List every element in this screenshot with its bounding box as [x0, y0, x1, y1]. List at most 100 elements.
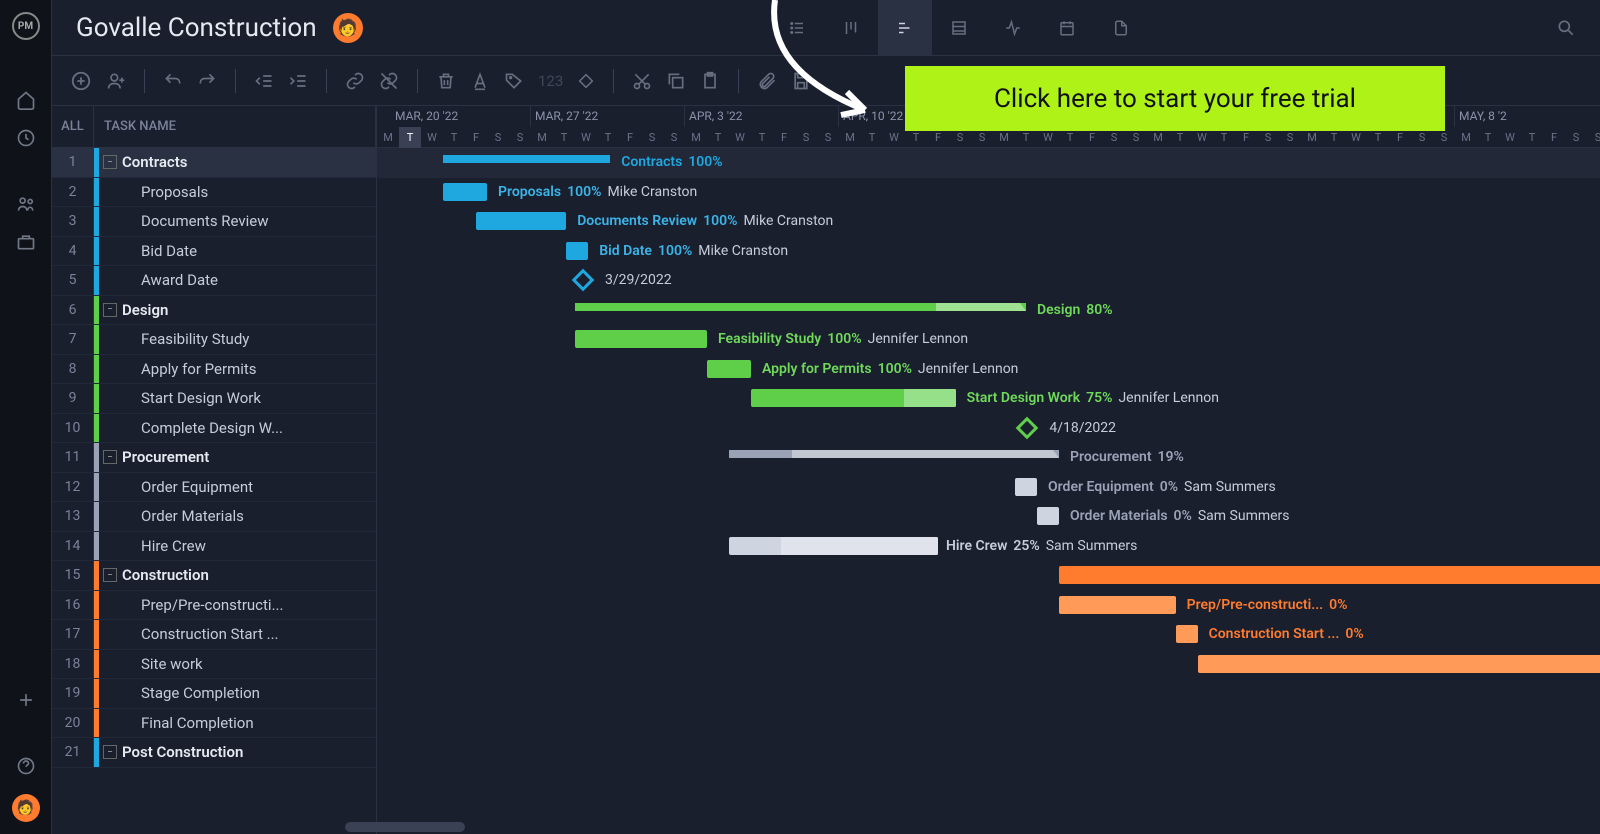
- attach-icon[interactable]: [757, 71, 777, 91]
- task-row[interactable]: 3Documents Review: [52, 207, 376, 237]
- outdent-icon[interactable]: [254, 71, 274, 91]
- add-task-icon[interactable]: [70, 70, 92, 92]
- briefcase-icon[interactable]: [16, 232, 36, 252]
- view-files-icon[interactable]: [1094, 0, 1148, 56]
- collapse-icon[interactable]: −: [103, 155, 117, 169]
- task-row[interactable]: 4Bid Date: [52, 237, 376, 267]
- task-row[interactable]: 13Order Materials: [52, 502, 376, 532]
- gantt-row[interactable]: Order Equipment0%Sam Summers: [377, 473, 1600, 503]
- gantt-row[interactable]: Prep/Pre-constructi...0%: [377, 591, 1600, 621]
- gantt-row[interactable]: Order Materials0%Sam Summers: [377, 502, 1600, 532]
- redo-icon[interactable]: [197, 71, 217, 91]
- gantt-row[interactable]: 4/18/2022: [377, 414, 1600, 444]
- plus-icon[interactable]: [16, 690, 36, 710]
- task-row[interactable]: 16Prep/Pre-constructi...: [52, 591, 376, 621]
- link-icon[interactable]: [345, 71, 365, 91]
- search-icon[interactable]: [1556, 18, 1576, 38]
- horizontal-scrollbar[interactable]: [345, 822, 465, 832]
- gantt-row[interactable]: Feasibility Study100%Jennifer Lennon: [377, 325, 1600, 355]
- cut-icon[interactable]: [632, 71, 652, 91]
- gantt-row[interactable]: [377, 738, 1600, 768]
- tag-icon[interactable]: [504, 71, 524, 91]
- col-name[interactable]: TASK NAME: [94, 106, 376, 147]
- task-row[interactable]: 2Proposals: [52, 178, 376, 208]
- collapse-icon[interactable]: −: [103, 450, 117, 464]
- user-avatar[interactable]: 🧑: [12, 794, 40, 822]
- progress-label[interactable]: 123: [538, 72, 563, 90]
- collapse-icon[interactable]: −: [103, 303, 117, 317]
- undo-icon[interactable]: [163, 71, 183, 91]
- add-person-icon[interactable]: [106, 71, 126, 91]
- gantt-row[interactable]: Proposals100%Mike Cranston: [377, 178, 1600, 208]
- indent-icon[interactable]: [288, 71, 308, 91]
- home-icon[interactable]: [16, 90, 36, 110]
- task-bar[interactable]: [1176, 625, 1198, 643]
- task-row[interactable]: 11−Procurement: [52, 443, 376, 473]
- delete-icon[interactable]: [436, 71, 456, 91]
- task-bar[interactable]: [751, 389, 956, 407]
- gantt-timeline[interactable]: MAR, 20 '22MAR, 27 '22APR, 3 '22APR, 10 …: [377, 106, 1600, 834]
- milestone-marker[interactable]: [572, 269, 595, 292]
- view-calendar-icon[interactable]: [1040, 0, 1094, 56]
- task-row[interactable]: 18Site work: [52, 650, 376, 680]
- col-all[interactable]: ALL: [52, 106, 94, 147]
- app-logo[interactable]: PM: [12, 12, 40, 40]
- task-row[interactable]: 15−Construction: [52, 561, 376, 591]
- task-row[interactable]: 10Complete Design W...: [52, 414, 376, 444]
- task-bar[interactable]: [1015, 478, 1037, 496]
- view-list-icon[interactable]: [770, 0, 824, 56]
- gantt-row[interactable]: Apply for Permits100%Jennifer Lennon: [377, 355, 1600, 385]
- task-bar[interactable]: [707, 360, 751, 378]
- task-bar[interactable]: [1037, 507, 1059, 525]
- task-bar[interactable]: [1059, 596, 1176, 614]
- task-bar[interactable]: [729, 537, 938, 555]
- project-avatar[interactable]: 🧑: [333, 13, 363, 43]
- gantt-row[interactable]: 3/29/2022: [377, 266, 1600, 296]
- summary-bar[interactable]: [443, 155, 610, 163]
- gantt-row[interactable]: Bid Date100%Mike Cranston: [377, 237, 1600, 267]
- task-row[interactable]: 20Final Completion: [52, 709, 376, 739]
- summary-bar[interactable]: [575, 303, 1026, 311]
- unlink-icon[interactable]: [379, 71, 399, 91]
- task-row[interactable]: 7Feasibility Study: [52, 325, 376, 355]
- view-activity-icon[interactable]: [986, 0, 1040, 56]
- clock-icon[interactable]: [16, 128, 36, 148]
- gantt-row[interactable]: Procurement19%: [377, 443, 1600, 473]
- task-bar[interactable]: [575, 330, 707, 348]
- summary-bar[interactable]: [729, 450, 1059, 458]
- collapse-icon[interactable]: −: [103, 745, 117, 759]
- gantt-row[interactable]: [377, 679, 1600, 709]
- task-row[interactable]: 8Apply for Permits: [52, 355, 376, 385]
- help-icon[interactable]: [16, 756, 36, 776]
- gantt-row[interactable]: Documents Review100%Mike Cranston: [377, 207, 1600, 237]
- task-bar[interactable]: [476, 212, 566, 230]
- gantt-row[interactable]: [377, 650, 1600, 680]
- task-row[interactable]: 9Start Design Work: [52, 384, 376, 414]
- team-icon[interactable]: [16, 194, 36, 214]
- task-bar[interactable]: [1059, 566, 1600, 584]
- task-bar[interactable]: [443, 183, 487, 201]
- gantt-row[interactable]: Hire Crew25%Sam Summers: [377, 532, 1600, 562]
- task-row[interactable]: 17Construction Start ...: [52, 620, 376, 650]
- save-icon[interactable]: [791, 71, 811, 91]
- task-row[interactable]: 21−Post Construction: [52, 738, 376, 768]
- milestone-icon[interactable]: [577, 72, 595, 90]
- gantt-row[interactable]: Construction Start ...0%: [377, 620, 1600, 650]
- collapse-icon[interactable]: −: [103, 568, 117, 582]
- task-row[interactable]: 5Award Date: [52, 266, 376, 296]
- task-row[interactable]: 1−Contracts: [52, 148, 376, 178]
- cta-banner[interactable]: Click here to start your free trial: [905, 66, 1445, 131]
- gantt-row[interactable]: Construction: [377, 561, 1600, 591]
- gantt-row[interactable]: Contracts100%: [377, 148, 1600, 178]
- gantt-row[interactable]: [377, 709, 1600, 739]
- text-style-icon[interactable]: [470, 71, 490, 91]
- task-row[interactable]: 12Order Equipment: [52, 473, 376, 503]
- milestone-marker[interactable]: [1016, 416, 1039, 439]
- task-bar[interactable]: [1198, 655, 1600, 673]
- task-row[interactable]: 19Stage Completion: [52, 679, 376, 709]
- gantt-row[interactable]: Start Design Work75%Jennifer Lennon: [377, 384, 1600, 414]
- task-bar[interactable]: [566, 242, 588, 260]
- task-row[interactable]: 6−Design: [52, 296, 376, 326]
- paste-icon[interactable]: [700, 71, 720, 91]
- view-sheet-icon[interactable]: [932, 0, 986, 56]
